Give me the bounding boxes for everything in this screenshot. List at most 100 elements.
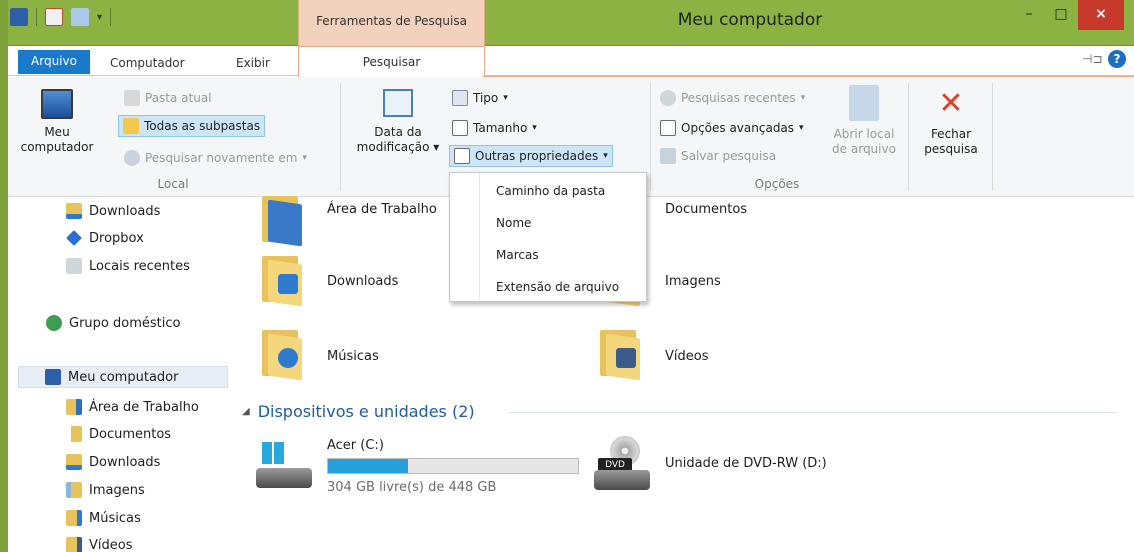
salvar-pesquisa-label: Salvar pesquisa [681, 149, 776, 163]
outras-propriedades-button[interactable]: Outras propriedades ▾ [449, 145, 613, 167]
section-header-dispositivos[interactable]: ◢ Dispositivos e unidades (2) [242, 402, 475, 421]
folder-name[interactable]: Imagens [665, 274, 721, 289]
menu-item-extensao-de-arquivo[interactable]: Extensão de arquivo [496, 280, 619, 294]
computer-icon[interactable] [10, 8, 28, 26]
folder-name[interactable]: Downloads [327, 274, 398, 289]
window-frame-left [0, 0, 8, 552]
new-folder-icon[interactable] [71, 8, 89, 26]
data-modificacao-button[interactable]: Data da modificação ▾ [348, 89, 448, 155]
pictures-folder-icon [66, 482, 82, 498]
nav-item-imagens[interactable]: Imagens [66, 479, 145, 501]
size-icon [452, 120, 468, 136]
nav-item-label: Imagens [89, 482, 145, 498]
group-divider [650, 83, 651, 191]
videos-folder-icon [598, 326, 642, 381]
properties-icon[interactable] [45, 8, 63, 26]
calendar-icon [383, 89, 413, 117]
pesquisar-novamente-button[interactable]: Pesquisar novamente em ▾ [120, 147, 311, 169]
title-bar: ▾ Ferramentas de Pesquisa Meu computador… [0, 0, 1134, 46]
folder-icon [124, 90, 140, 106]
document-icon [454, 148, 470, 164]
nav-item-label: Dropbox [89, 230, 144, 246]
section-title: Dispositivos e unidades (2) [257, 402, 475, 421]
tamanho-button[interactable]: Tamanho ▾ [448, 117, 541, 139]
drive-usage-bar [327, 458, 579, 474]
group-divider [908, 83, 909, 191]
nav-item-musicas[interactable]: Músicas [66, 507, 141, 529]
desktop-folder-icon [66, 399, 82, 415]
menu-item-marcas[interactable]: Marcas [496, 248, 539, 262]
nav-item-label: Vídeos [89, 537, 133, 552]
fechar-pesquisa-button[interactable]: ✕ Fechar pesquisa [916, 87, 986, 157]
nav-item-videos[interactable]: Vídeos [66, 534, 132, 552]
folder-name[interactable]: Área de Trabalho [327, 202, 437, 217]
folder-name[interactable]: Vídeos [665, 349, 708, 364]
pasta-atual-button[interactable]: Pasta atual [120, 87, 216, 109]
tab-exibir[interactable]: Exibir [236, 52, 270, 74]
close-button[interactable]: × [1078, 0, 1124, 30]
dvd-drive-icon: DVD [594, 436, 652, 492]
music-folder-icon [260, 326, 304, 381]
nav-item-documentos[interactable]: Documentos [66, 423, 171, 445]
recent-searches-icon [660, 90, 676, 106]
menu-item-nome[interactable]: Nome [496, 216, 531, 230]
fechar-pesquisa-label-1: Fechar [930, 127, 972, 141]
window-title: Meu computador [677, 10, 823, 30]
navigation-pane: Downloads Dropbox Locais recentes Grupo … [8, 198, 228, 552]
nav-item-dropbox[interactable]: Dropbox [66, 227, 144, 249]
meu-computador-button[interactable]: Meu computador [14, 89, 100, 155]
desktop-folder-icon [260, 192, 304, 247]
menu-icon-gutter [450, 173, 480, 301]
folder-videos[interactable] [598, 326, 642, 381]
music-folder-icon [66, 510, 82, 526]
folder-name[interactable]: Documentos [665, 202, 747, 217]
collapse-arrow-icon[interactable]: ◢ [242, 406, 250, 417]
chevron-down-icon: ▾ [503, 93, 508, 103]
computer-icon [45, 369, 61, 385]
folder-musicas[interactable] [260, 326, 304, 381]
abrir-local-button[interactable]: Abrir local de arquivo [824, 85, 904, 157]
abrir-local-label-2: de arquivo [832, 142, 896, 156]
homegroup-icon [46, 315, 62, 331]
nav-item-label: Grupo doméstico [69, 315, 181, 331]
tab-computador[interactable]: Computador [110, 52, 185, 74]
nav-item-grupo-domestico[interactable]: Grupo doméstico [46, 312, 180, 334]
tab-pesquisar[interactable]: Pesquisar [298, 46, 485, 77]
nav-item-downloads[interactable]: Downloads [66, 200, 160, 222]
documents-folder-icon [66, 426, 82, 442]
abrir-local-label-1: Abrir local [833, 127, 895, 141]
search-again-icon [124, 150, 140, 166]
salvar-pesquisa-button[interactable]: Salvar pesquisa [656, 145, 780, 167]
pesquisas-recentes-button[interactable]: Pesquisas recentes ▾ [656, 87, 809, 109]
customize-qat-icon[interactable]: ▾ [97, 12, 102, 23]
tab-arquivo[interactable]: Arquivo [18, 50, 90, 74]
type-icon [452, 90, 468, 106]
group-label-opcoes: Opções [754, 177, 800, 191]
tipo-button[interactable]: Tipo ▾ [448, 87, 512, 109]
drive-name: Unidade de DVD-RW (D:) [665, 456, 827, 471]
section-divider [508, 412, 1118, 413]
meu-computador-label-1: Meu [44, 125, 70, 139]
folder-downloads[interactable] [260, 252, 304, 307]
help-icon[interactable]: ? [1108, 50, 1126, 68]
nav-item-area-de-trabalho[interactable]: Área de Trabalho [66, 396, 199, 418]
folder-name[interactable]: Músicas [327, 349, 379, 364]
minimize-button[interactable]: – [1014, 0, 1044, 30]
group-divider [992, 83, 993, 191]
minimize-ribbon-icon[interactable]: ⊣⊐ [1082, 52, 1103, 66]
pesquisar-novamente-label: Pesquisar novamente em [145, 151, 298, 165]
opcoes-avancadas-button[interactable]: Opções avançadas ▾ [656, 117, 808, 139]
group-label-local: Local [157, 177, 189, 191]
context-tab-group-title: Ferramentas de Pesquisa [298, 0, 485, 46]
nav-item-meu-computador[interactable]: Meu computador [18, 366, 228, 388]
menu-item-caminho-da-pasta[interactable]: Caminho da pasta [496, 184, 605, 198]
downloads-folder-icon [66, 454, 82, 470]
todas-subpastas-label: Todas as subpastas [144, 119, 261, 133]
maximize-button[interactable]: □ [1046, 0, 1076, 30]
nav-item-locais-recentes[interactable]: Locais recentes [66, 255, 190, 277]
nav-item-downloads[interactable]: Downloads [66, 451, 160, 473]
folder-area-de-trabalho[interactable] [260, 192, 304, 247]
todas-subpastas-button[interactable]: Todas as subpastas [118, 115, 266, 137]
computer-icon [41, 89, 73, 119]
opcoes-avancadas-label: Opções avançadas [681, 121, 795, 135]
